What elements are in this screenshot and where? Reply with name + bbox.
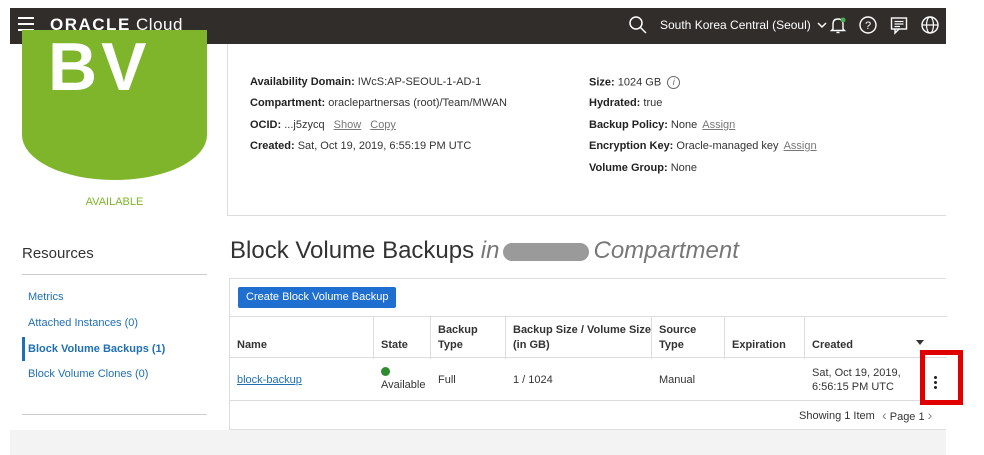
page-title: Block Volume Backups in Compartment <box>230 237 739 265</box>
ocid-copy-link[interactable]: Copy <box>370 119 396 131</box>
volume-group-value: None <box>670 162 697 174</box>
hydrated-row: Hydrated: true <box>589 97 662 109</box>
availability-domain-row: Availability Domain: IWcS:AP-SEOUL-1-AD-… <box>250 76 481 88</box>
hydrated-label: Hydrated: <box>589 97 641 109</box>
page-footer-band <box>10 430 946 455</box>
resources-divider <box>22 274 207 275</box>
backups-table-panel: Create Block Volume Backup Name State Ba… <box>229 278 947 430</box>
column-header-backup-size[interactable]: Backup Size / Volume Size (in GB) <box>506 317 652 359</box>
bell-icon[interactable] <box>828 15 848 35</box>
sort-descending-icon[interactable] <box>916 340 924 345</box>
search-icon[interactable] <box>628 15 648 38</box>
sidebar-item-attached-instances[interactable]: Attached Instances (0) <box>28 317 138 329</box>
resources-divider-bottom <box>22 414 207 415</box>
compartment-row: Compartment: oraclepartnersas (root)/Tea… <box>250 97 507 109</box>
cell-size: 1 / 1024 <box>513 373 553 386</box>
encryption-key-label: Encryption Key: <box>589 140 674 152</box>
help-icon[interactable]: ? <box>858 15 878 35</box>
previous-page-icon[interactable]: ‹ <box>882 407 887 423</box>
sidebar-item-metrics[interactable]: Metrics <box>28 291 63 303</box>
section-title-compartment: Compartment <box>593 237 739 264</box>
pagination: ‹ Page 1 › <box>882 407 932 423</box>
svg-text:?: ? <box>865 20 871 32</box>
volume-status: AVAILABLE <box>85 196 144 208</box>
next-page-icon[interactable]: › <box>928 407 933 423</box>
highlight-box <box>920 350 963 405</box>
cell-state: Available <box>374 359 431 401</box>
column-header-expiration[interactable]: Expiration <box>725 317 805 359</box>
hydrated-value: true <box>643 97 663 109</box>
region-label: South Korea Central (Seoul) <box>660 18 811 32</box>
cell-expiration <box>725 359 805 401</box>
ocid-show-link[interactable]: Show <box>334 119 362 131</box>
backup-policy-row: Backup Policy: None Assign <box>589 119 735 131</box>
column-header-backup-type[interactable]: Backup Type <box>431 317 506 359</box>
cell-backup-type: Full <box>438 373 456 386</box>
showing-count: Showing 1 Item <box>799 410 875 422</box>
cell-created: Sat, Oct 19, 2019, 6:56:15 PM UTC <box>812 366 901 393</box>
encryption-key-assign-link[interactable]: Assign <box>784 140 817 152</box>
table-row: block-backup Available Full 1 / 1024 Man… <box>230 359 947 401</box>
resources-title: Resources <box>22 245 94 262</box>
compartment-value: oraclepartnersas (root)/Team/MWAN <box>328 97 507 109</box>
page-number: Page 1 <box>889 411 925 423</box>
availability-domain-value: IWcS:AP-SEOUL-1-AD-1 <box>357 76 482 88</box>
sidebar-item-block-volume-clones[interactable]: Block Volume Clones (0) <box>28 368 148 380</box>
column-header-source-type[interactable]: Source Type <box>652 317 725 359</box>
sidebar-item-block-volume-backups[interactable]: Block Volume Backups (1) <box>28 343 165 355</box>
size-label: Size: <box>589 76 615 89</box>
cell-name: block-backup <box>230 359 374 401</box>
column-header-state[interactable]: State <box>374 317 431 359</box>
block-volume-logo-text: BV <box>48 30 151 105</box>
create-block-volume-backup-button[interactable]: Create Block Volume Backup <box>238 287 397 308</box>
encryption-key-value: Oracle-managed key <box>676 140 779 152</box>
redacted-compartment-name <box>503 242 590 261</box>
block-volume-logo: BV <box>22 30 207 180</box>
chat-icon[interactable] <box>889 15 909 35</box>
created-value: Sat, Oct 19, 2019, 6:55:19 PM UTC <box>297 140 472 152</box>
column-header-name[interactable]: Name <box>230 317 374 359</box>
globe-icon[interactable] <box>920 15 940 35</box>
encryption-key-row: Encryption Key: Oracle-managed key Assig… <box>589 140 817 152</box>
info-icon[interactable]: i <box>667 76 681 89</box>
state-value: Available <box>381 379 426 392</box>
created-label: Created: <box>250 140 295 152</box>
backup-policy-label: Backup Policy: <box>589 119 668 131</box>
section-title-in: in <box>480 237 500 264</box>
volume-group-row: Volume Group: None <box>589 162 697 174</box>
availability-domain-label: Availability Domain: <box>250 76 355 88</box>
available-status-icon <box>381 367 390 377</box>
chevron-down-icon <box>817 18 827 32</box>
sidebar-active-indicator <box>22 337 25 361</box>
volume-group-label: Volume Group: <box>589 162 668 174</box>
compartment-label: Compartment: <box>250 97 326 109</box>
backup-name-link[interactable]: block-backup <box>237 373 302 387</box>
backup-policy-assign-link[interactable]: Assign <box>702 119 735 131</box>
region-selector[interactable]: South Korea Central (Seoul) <box>660 18 827 32</box>
size-row: Size: 1024 GB i <box>589 76 681 89</box>
section-title: Block Volume Backups <box>230 237 475 264</box>
ocid-row: OCID: ...j5zycq Show Copy <box>250 119 396 131</box>
created-row: Created: Sat, Oct 19, 2019, 6:55:19 PM U… <box>250 140 471 152</box>
backup-policy-value: None <box>670 119 698 131</box>
hamburger-icon[interactable] <box>18 17 34 31</box>
ocid-label: OCID: <box>250 119 282 131</box>
ocid-value: ...j5zycq <box>284 119 325 131</box>
size-value: 1024 GB <box>617 76 662 89</box>
volume-details-panel: Availability Domain: IWcS:AP-SEOUL-1-AD-… <box>227 44 946 216</box>
cell-source-type: Manual <box>659 373 696 386</box>
table-header: Name State Backup Type Backup Size / Volu… <box>230 316 947 359</box>
